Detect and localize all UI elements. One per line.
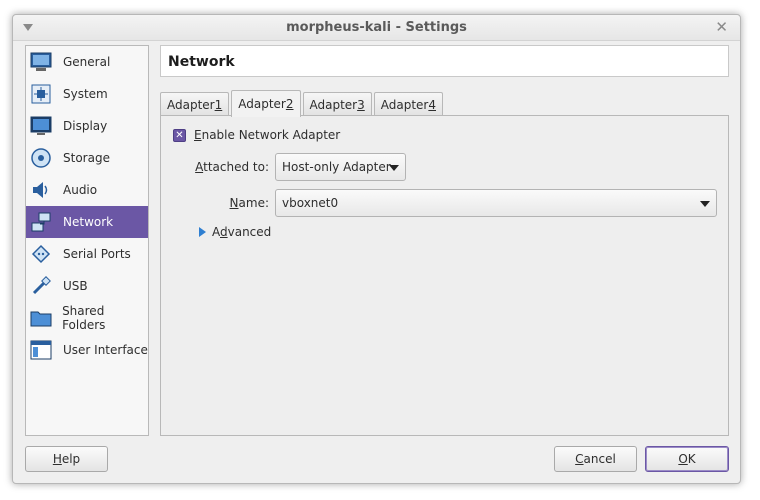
sidebar-item-label: USB (63, 279, 88, 293)
button-label: ancel (583, 452, 616, 466)
label-text: A (212, 225, 220, 239)
disk-icon (29, 146, 53, 170)
sidebar-item-audio[interactable]: Audio (26, 174, 148, 206)
chevron-down-icon (389, 165, 399, 171)
sidebar-item-label: Audio (63, 183, 98, 197)
settings-window: morpheus-kali - Settings ✕ General Syste… (12, 14, 741, 484)
adapter-panel: ✕ Enable Network Adapter Attached to: Ho… (160, 115, 729, 436)
tab-adapter-4[interactable]: Adapter 4 (373, 92, 443, 116)
name-label: Name: (181, 196, 269, 210)
chevron-down-icon (700, 201, 710, 207)
expand-arrow-icon (199, 227, 206, 237)
serial-port-icon (29, 242, 53, 266)
title-bar: morpheus-kali - Settings ✕ (13, 15, 740, 41)
settings-sidebar: General System Display Storage Audio Net… (25, 45, 149, 436)
enable-adapter-label: Enable Network Adapter (194, 128, 340, 142)
sidebar-item-serial-ports[interactable]: Serial Ports (26, 238, 148, 270)
sidebar-item-label: General (63, 55, 111, 69)
network-icon (29, 210, 53, 234)
ok-button[interactable]: OK (645, 446, 729, 472)
tab-label: Adapter (238, 97, 286, 111)
sidebar-item-label: User Interface (63, 343, 148, 357)
button-label: elp (61, 452, 81, 466)
tab-label: Adapter (309, 97, 358, 112)
tab-adapter-2[interactable]: Adapter 2 (231, 90, 301, 117)
speaker-icon (29, 178, 53, 202)
sidebar-item-general[interactable]: General (26, 46, 148, 78)
mnemonic: C (575, 452, 584, 466)
tab-mnemonic: 2 (285, 97, 294, 111)
mnemonic: E (194, 128, 202, 142)
tab-mnemonic: 4 (428, 97, 436, 112)
sidebar-item-shared-folders[interactable]: Shared Folders (26, 302, 148, 334)
sidebar-item-system[interactable]: System (26, 78, 148, 110)
window-icon (29, 338, 53, 362)
label-text: ame: (238, 196, 269, 210)
advanced-label: Advanced (212, 225, 271, 239)
display-icon (29, 114, 53, 138)
name-value: vboxnet0 (282, 196, 339, 210)
sidebar-item-usb[interactable]: USB (26, 270, 148, 302)
sidebar-item-network[interactable]: Network (26, 206, 148, 238)
mnemonic: O (678, 452, 688, 466)
monitor-icon (29, 50, 53, 74)
sidebar-item-label: Storage (63, 151, 110, 165)
attached-to-value: Host-only Adapter (282, 160, 391, 174)
label-text: nable Network Adapter (201, 128, 341, 142)
sidebar-item-label: Display (63, 119, 108, 133)
sidebar-item-label: Shared Folders (62, 304, 106, 332)
sidebar-item-label: Serial Ports (63, 247, 131, 261)
sidebar-item-display[interactable]: Display (26, 110, 148, 142)
attached-to-label: Attached to: (181, 160, 269, 174)
close-icon[interactable]: ✕ (715, 18, 728, 36)
label-text: ttached to: (203, 160, 269, 174)
help-button[interactable]: Help (25, 446, 108, 472)
tab-mnemonic: 1 (214, 97, 223, 112)
tab-adapter-1[interactable]: Adapter 1 (160, 92, 230, 116)
sidebar-item-storage[interactable]: Storage (26, 142, 148, 174)
mnemonic: A (195, 160, 204, 174)
adapter-tabs: Adapter 1 Adapter 2 Adapter 3 Adapter 4 (160, 90, 445, 117)
label-text: vanced (227, 225, 272, 239)
page-title: Network (168, 54, 235, 70)
tab-adapter-3[interactable]: Adapter 3 (302, 92, 372, 116)
advanced-expander[interactable]: Advanced (199, 225, 271, 239)
mnemonic: N (229, 196, 239, 210)
attached-to-select[interactable]: Host-only Adapter (275, 153, 406, 181)
mnemonic: d (220, 225, 228, 239)
sidebar-item-label: System (63, 87, 108, 101)
folder-icon (29, 306, 52, 330)
tab-label: Adapter (167, 97, 215, 112)
chip-icon (29, 82, 53, 106)
page-header: Network (160, 45, 729, 77)
mnemonic: H (52, 452, 62, 466)
enable-adapter-checkbox[interactable]: ✕ (173, 128, 186, 142)
window-title: morpheus-kali - Settings (286, 20, 467, 35)
name-select[interactable]: vboxnet0 (275, 189, 717, 217)
sidebar-item-user-interface[interactable]: User Interface (26, 334, 148, 366)
enable-adapter-checkbox-row[interactable]: ✕ Enable Network Adapter (173, 128, 340, 142)
sidebar-item-label: Network (63, 215, 114, 229)
button-label: K (687, 452, 696, 466)
tab-mnemonic: 3 (357, 97, 365, 112)
usb-icon (29, 274, 53, 298)
cancel-button[interactable]: Cancel (554, 446, 637, 472)
tab-label: Adapter (380, 97, 429, 112)
